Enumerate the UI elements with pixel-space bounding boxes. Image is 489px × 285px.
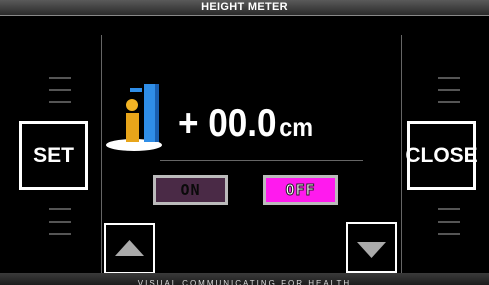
level-dash — [438, 221, 460, 223]
triangle-down-icon — [357, 242, 386, 258]
level-dash — [438, 101, 460, 103]
logo-blue-bar — [144, 84, 155, 142]
level-dash — [49, 233, 71, 235]
triangle-up-icon — [115, 240, 144, 256]
logo-blue-bar-shade — [155, 84, 159, 142]
reading-value: 00.0 — [208, 102, 277, 145]
down-arrow-button[interactable] — [346, 222, 397, 273]
reading-divider — [160, 160, 363, 161]
reading-unit: cm — [279, 112, 314, 142]
footer-tagline: VISUAL COMMUNICATING FOR HEALTH — [0, 273, 489, 285]
level-dash — [438, 208, 460, 210]
close-button[interactable]: CLOSE — [405, 121, 478, 190]
logo-blue-tick — [130, 88, 142, 92]
reading-sign: + — [178, 102, 199, 145]
height-meter-logo-icon — [106, 84, 162, 151]
level-dash — [49, 101, 71, 103]
window-title: HEIGHT METER — [0, 0, 489, 16]
level-dash — [438, 233, 460, 235]
off-toggle-button[interactable]: OFF — [263, 175, 338, 205]
level-dash — [49, 208, 71, 210]
logo-gold-head — [126, 99, 138, 111]
logo-gold-body — [126, 113, 139, 142]
height-reading: + 00.0 cm — [178, 104, 313, 143]
level-dash — [49, 221, 71, 223]
set-button[interactable]: SET — [19, 121, 88, 190]
level-dash — [438, 77, 460, 79]
level-dash — [438, 89, 460, 91]
on-toggle-button[interactable]: ON — [153, 175, 228, 205]
level-dash — [49, 89, 71, 91]
up-arrow-button[interactable] — [104, 223, 155, 274]
level-dash — [49, 77, 71, 79]
